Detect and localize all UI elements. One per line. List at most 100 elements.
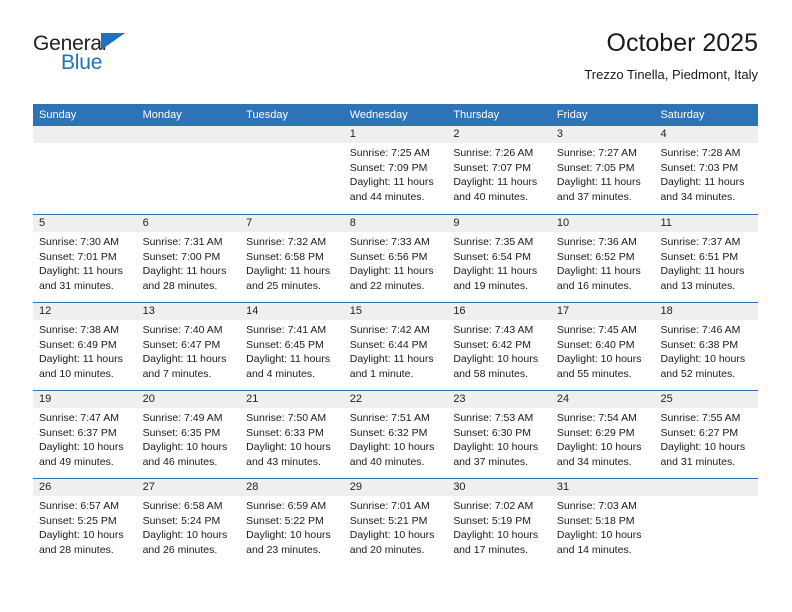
daylight-text-line1: Daylight: 10 hours (556, 441, 642, 453)
day-cell[interactable]: 18 Sunrise: 7:46 AM Sunset: 6:38 PM Dayligh… (654, 303, 759, 390)
daylight-text-line2: and 28 minutes. (39, 543, 114, 556)
daylight-text-line1: Daylight: 10 hours (246, 441, 331, 453)
daylight-text-line2: and 52 minutes. (660, 367, 736, 380)
daylight-text-line2: and 19 minutes. (453, 279, 529, 292)
day-cell-empty (240, 126, 344, 214)
sunset-text: Sunset: 6:51 PM (660, 250, 739, 263)
sunrise-text: Sunrise: 7:25 AM (349, 147, 430, 159)
sunrise-text: Sunrise: 7:47 AM (39, 412, 119, 424)
weekday-header-friday: Friday (556, 109, 588, 121)
sunrise-text: Sunrise: 7:41 AM (246, 324, 327, 336)
sunrise-text: Sunrise: 7:02 AM (453, 500, 534, 512)
day-cell[interactable]: 15 Sunrise: 7:42 AM Sunset: 6:44 PM Dayligh… (343, 303, 448, 390)
daylight-text-line2: and 22 minutes. (349, 279, 425, 292)
day-cell[interactable]: 3 Sunrise: 7:27 AM Sunset: 7:05 PM Daylight… (550, 126, 655, 214)
day-details: Sunrise: 7:30 AM Sunset: 7:01 PM Daylight:… (33, 232, 137, 293)
day-details: Sunrise: 7:38 AM Sunset: 6:49 PM Daylight:… (33, 320, 137, 381)
day-number: 10 (550, 215, 655, 232)
sunrise-text: Sunrise: 7:55 AM (660, 412, 741, 424)
page-title: October 2025 (606, 29, 759, 57)
day-cell[interactable]: 31 Sunrise: 7:03 AM Sunset: 5:18 PM Dayligh… (550, 479, 655, 566)
day-details: Sunrise: 7:35 AM Sunset: 6:54 PM Daylight:… (447, 232, 551, 293)
daylight-text-line1: Daylight: 11 hours (142, 265, 227, 277)
day-cell[interactable]: 26 Sunrise: 6:57 AM Sunset: 5:25 PM Dayligh… (33, 479, 137, 566)
day-cell[interactable]: 30 Sunrise: 7:02 AM Sunset: 5:19 PM Dayligh… (447, 479, 551, 566)
day-cell[interactable]: 17 Sunrise: 7:45 AM Sunset: 6:40 PM Dayligh… (550, 303, 655, 390)
day-cell[interactable]: 19 Sunrise: 7:47 AM Sunset: 6:37 PM Dayligh… (33, 391, 137, 478)
sunrise-text: Sunrise: 7:01 AM (349, 500, 430, 512)
day-number: 21 (240, 391, 344, 408)
sunset-text: Sunset: 6:58 PM (246, 250, 324, 263)
day-number: 17 (550, 303, 655, 320)
week-row: 12 Sunrise: 7:38 AM Sunset: 6:49 PM Dayligh… (33, 302, 759, 390)
daylight-text-line1: Daylight: 10 hours (142, 441, 228, 453)
daylight-text-line1: Daylight: 11 hours (556, 176, 641, 188)
sunset-text: Sunset: 6:45 PM (246, 338, 324, 351)
day-number: 6 (136, 215, 241, 232)
daylight-text-line1: Daylight: 11 hours (453, 176, 538, 188)
day-details: Sunrise: 7:32 AM Sunset: 6:58 PM Daylight:… (240, 232, 344, 293)
day-number: 13 (136, 303, 241, 320)
weeks-container: 1 Sunrise: 7:25 AM Sunset: 7:09 PM Daylight… (33, 126, 759, 566)
day-details: Sunrise: 7:54 AM Sunset: 6:29 PM Daylight:… (551, 408, 655, 469)
daylight-text-line1: Daylight: 10 hours (142, 529, 228, 541)
calendar-page: General Blue October 2025 Trezzo Tinella… (0, 0, 792, 612)
daylight-text-line2: and 44 minutes. (349, 190, 425, 203)
daylight-text-line1: Daylight: 10 hours (556, 353, 642, 365)
day-cell[interactable]: 20 Sunrise: 7:49 AM Sunset: 6:35 PM Dayligh… (136, 391, 241, 478)
day-cell[interactable]: 21 Sunrise: 7:50 AM Sunset: 6:33 PM Dayligh… (240, 391, 344, 478)
day-details: Sunrise: 7:37 AM Sunset: 6:51 PM Daylight:… (654, 232, 758, 293)
day-details: Sunrise: 7:47 AM Sunset: 6:37 PM Daylight:… (33, 408, 137, 469)
daylight-text-line2: and 58 minutes. (453, 367, 529, 380)
daylight-text-line2: and 26 minutes. (142, 543, 218, 556)
sunset-text: Sunset: 6:29 PM (556, 426, 635, 439)
daylight-text-line2: and 28 minutes. (142, 279, 218, 292)
day-number: 22 (343, 391, 448, 408)
day-cell[interactable]: 16 Sunrise: 7:43 AM Sunset: 6:42 PM Dayligh… (447, 303, 551, 390)
day-details: Sunrise: 7:28 AM Sunset: 7:03 PM Daylight:… (654, 143, 758, 204)
sunrise-text: Sunrise: 7:43 AM (453, 324, 534, 336)
day-cell[interactable]: 1 Sunrise: 7:25 AM Sunset: 7:09 PM Daylight… (343, 126, 448, 214)
day-number: 27 (136, 479, 241, 496)
day-cell[interactable]: 22 Sunrise: 7:51 AM Sunset: 6:32 PM Dayligh… (343, 391, 448, 478)
sunrise-text: Sunrise: 7:51 AM (349, 412, 430, 424)
day-cell[interactable]: 10 Sunrise: 7:36 AM Sunset: 6:52 PM Dayligh… (550, 215, 655, 302)
day-cell[interactable]: 4 Sunrise: 7:28 AM Sunset: 7:03 PM Daylight… (654, 126, 759, 214)
day-cell[interactable]: 12 Sunrise: 7:38 AM Sunset: 6:49 PM Dayligh… (33, 303, 137, 390)
sunrise-text: Sunrise: 7:30 AM (39, 236, 119, 248)
day-number: 1 (343, 126, 448, 143)
sunrise-text: Sunrise: 7:40 AM (142, 324, 223, 336)
sunrise-text: Sunrise: 7:27 AM (556, 147, 637, 159)
day-number (136, 126, 241, 143)
day-details: Sunrise: 7:27 AM Sunset: 7:05 PM Daylight:… (551, 143, 655, 204)
day-cell[interactable]: 24 Sunrise: 7:54 AM Sunset: 6:29 PM Dayligh… (550, 391, 655, 478)
day-cell[interactable]: 5 Sunrise: 7:30 AM Sunset: 7:01 PM Daylight… (33, 215, 137, 302)
day-cell[interactable]: 7 Sunrise: 7:32 AM Sunset: 6:58 PM Daylight… (240, 215, 344, 302)
day-cell[interactable]: 6 Sunrise: 7:31 AM Sunset: 7:00 PM Daylight… (136, 215, 241, 302)
sunrise-text: Sunrise: 7:54 AM (556, 412, 637, 424)
daylight-text-line2: and 14 minutes. (556, 543, 632, 556)
day-number: 11 (654, 215, 759, 232)
day-cell[interactable]: 28 Sunrise: 6:59 AM Sunset: 5:22 PM Dayligh… (240, 479, 344, 566)
day-number: 2 (447, 126, 551, 143)
daylight-text-line1: Daylight: 10 hours (349, 529, 435, 541)
daylight-text-line1: Daylight: 10 hours (39, 441, 124, 453)
sunset-text: Sunset: 5:24 PM (142, 514, 221, 527)
day-cell[interactable]: 25 Sunrise: 7:55 AM Sunset: 6:27 PM Dayligh… (654, 391, 759, 478)
day-details: Sunrise: 7:43 AM Sunset: 6:42 PM Daylight:… (447, 320, 551, 381)
day-cell[interactable]: 13 Sunrise: 7:40 AM Sunset: 6:47 PM Dayligh… (136, 303, 241, 390)
day-cell[interactable]: 2 Sunrise: 7:26 AM Sunset: 7:07 PM Daylight… (447, 126, 551, 214)
day-cell[interactable]: 8 Sunrise: 7:33 AM Sunset: 6:56 PM Daylight… (343, 215, 448, 302)
day-cell[interactable]: 23 Sunrise: 7:53 AM Sunset: 6:30 PM Dayligh… (447, 391, 551, 478)
daylight-text-line2: and 31 minutes. (39, 279, 114, 292)
sunset-text: Sunset: 6:47 PM (142, 338, 221, 351)
day-details: Sunrise: 7:26 AM Sunset: 7:07 PM Daylight:… (447, 143, 551, 204)
day-number: 23 (447, 391, 551, 408)
day-cell[interactable]: 29 Sunrise: 7:01 AM Sunset: 5:21 PM Dayligh… (343, 479, 448, 566)
day-cell[interactable]: 11 Sunrise: 7:37 AM Sunset: 6:51 PM Dayligh… (654, 215, 759, 302)
day-cell[interactable]: 9 Sunrise: 7:35 AM Sunset: 6:54 PM Daylight… (447, 215, 551, 302)
day-cell[interactable]: 27 Sunrise: 6:58 AM Sunset: 5:24 PM Dayligh… (136, 479, 241, 566)
day-cell[interactable]: 14 Sunrise: 7:41 AM Sunset: 6:45 PM Dayligh… (240, 303, 344, 390)
day-details: Sunrise: 7:01 AM Sunset: 5:21 PM Daylight:… (344, 496, 448, 557)
title-block: October 2025 Trezzo Tinella, Piedmont, I… (584, 28, 758, 84)
